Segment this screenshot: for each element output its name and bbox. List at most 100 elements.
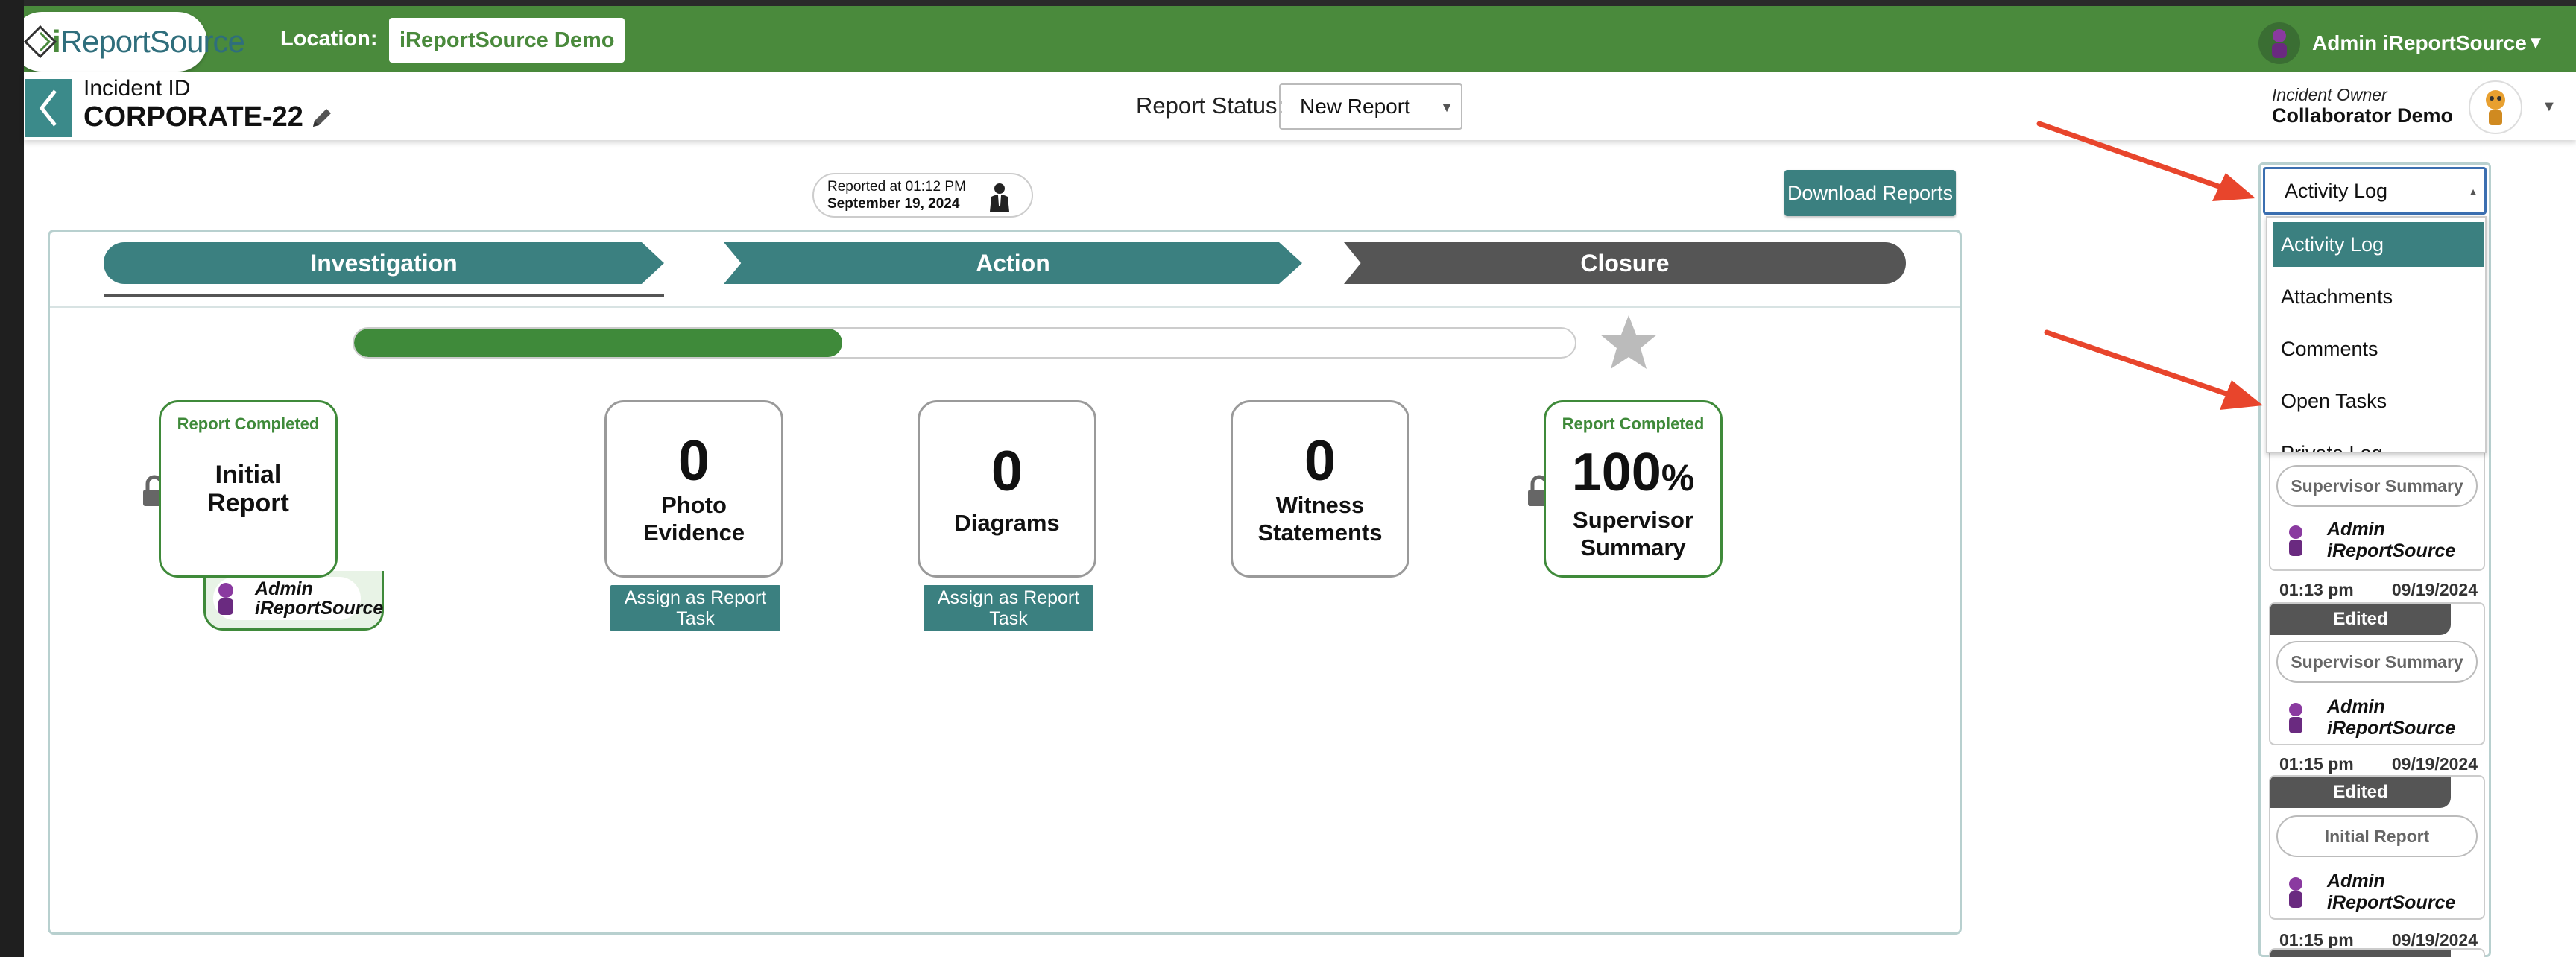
- log-date: 09/19/2024: [2391, 930, 2478, 950]
- option-open-tasks[interactable]: Open Tasks: [2273, 379, 2484, 423]
- left-edge-bar: [0, 0, 24, 957]
- report-completed-badge: Report Completed: [177, 414, 320, 433]
- incident-owner-name: Collaborator Demo: [2272, 104, 2454, 127]
- report-status-value: New Report: [1300, 95, 1410, 118]
- log-user-line2: iReportSource: [2327, 718, 2456, 739]
- incident-owner-label: Incident Owner: [2272, 85, 2387, 104]
- user-avatar-icon: [2281, 873, 2311, 912]
- option-attachments[interactable]: Attachments: [2273, 274, 2484, 319]
- log-user-line2: iReportSource: [2327, 540, 2456, 561]
- card-label-line2: Statements: [1257, 519, 1383, 546]
- logo-icon: [22, 24, 58, 60]
- card-initial-report[interactable]: Report Completed Initial Report: [159, 400, 338, 578]
- signer-avatar-icon: [213, 579, 239, 618]
- witness-count: 0: [1304, 429, 1336, 493]
- location-label: Location:: [280, 27, 378, 51]
- card-label: Diagrams: [954, 509, 1060, 536]
- stage-action[interactable]: Action: [724, 242, 1302, 284]
- log-user: Admin iReportSource: [2281, 871, 2455, 914]
- chevron-up-icon: ▲: [2468, 186, 2478, 198]
- app-logo[interactable]: iReportSource: [12, 12, 245, 72]
- download-reports-button[interactable]: Download Reports: [1784, 170, 1956, 216]
- log-user: Admin iReportSource: [2281, 696, 2455, 739]
- card-label-line1: Supervisor: [1573, 506, 1693, 533]
- option-comments[interactable]: Comments: [2273, 326, 2484, 371]
- sidebar-view-select[interactable]: Activity Log ▲: [2263, 167, 2487, 215]
- initial-report-signature: Admin iReportSource: [203, 571, 384, 631]
- option-private-log[interactable]: Private Log: [2273, 431, 2484, 452]
- log-user-line1: Admin: [2327, 871, 2385, 891]
- completion-percent: 100: [1571, 442, 1661, 502]
- progress-bar: [353, 327, 1576, 359]
- diagram-count: 0: [991, 439, 1023, 503]
- log-user-line2: iReportSource: [2327, 892, 2456, 913]
- log-item-pill[interactable]: Supervisor Summary: [2276, 641, 2478, 683]
- stage-investigation[interactable]: Investigation: [104, 242, 664, 284]
- sidebar-view-value: Activity Log: [2285, 179, 2388, 202]
- log-item-pill[interactable]: Initial Report: [2276, 815, 2478, 857]
- report-completed-badge: Report Completed: [1562, 414, 1705, 433]
- pencil-icon[interactable]: [309, 104, 335, 131]
- logo-text: iReportSource: [52, 24, 245, 59]
- red-arrow-icon: [2044, 329, 2263, 410]
- location-selector[interactable]: iReportSource Demo: [389, 18, 625, 63]
- back-chevron-icon: [39, 89, 57, 127]
- assign-photo-task-button[interactable]: Assign as Report Task: [610, 585, 780, 631]
- signer-name-line1: Admin: [255, 578, 313, 599]
- user-name[interactable]: Admin iReportSource: [2312, 31, 2527, 55]
- user-avatar-icon: [2281, 698, 2311, 737]
- log-tag: Edited: [2270, 777, 2451, 808]
- progress-fill: [354, 329, 843, 357]
- back-button[interactable]: [25, 79, 72, 137]
- stage-closure[interactable]: Closure: [1344, 242, 1906, 284]
- log-entry: [2269, 948, 2485, 957]
- card-photo-evidence[interactable]: 0 Photo Evidence: [604, 400, 783, 578]
- report-status-select[interactable]: New Report ▼: [1279, 83, 1462, 130]
- photo-count: 0: [678, 429, 710, 493]
- card-title-line2: Report: [207, 489, 289, 517]
- card-label-line2: Evidence: [643, 519, 745, 546]
- log-time: 01:13 pm: [2279, 580, 2354, 599]
- incident-id-value: CORPORATE-22: [83, 101, 303, 133]
- log-date: 09/19/2024: [2391, 580, 2478, 599]
- chevron-down-icon: ▼: [1440, 100, 1453, 115]
- log-entry: Edited Initial Report Admin iReportSource: [2269, 775, 2485, 920]
- log-tag: Edited: [2270, 604, 2451, 635]
- reporter-icon: [985, 182, 1014, 212]
- owner-avatar-icon[interactable]: [2469, 80, 2522, 134]
- panel-divider: [50, 306, 1960, 308]
- card-label-line1: Photo: [661, 492, 727, 518]
- reported-time: Reported at 01:12 PM: [827, 179, 966, 195]
- star-icon: [1599, 312, 1658, 372]
- assign-diagram-task-button[interactable]: Assign as Report Task: [924, 585, 1093, 631]
- card-label-line1: Witness: [1275, 492, 1365, 518]
- log-tag: [2270, 950, 2451, 957]
- red-arrow-icon: [2036, 121, 2255, 201]
- log-time: 01:15 pm: [2279, 754, 2354, 774]
- log-time: 01:15 pm: [2279, 930, 2354, 950]
- signer-name-line2: iReportSource: [255, 598, 384, 619]
- user-avatar-icon: [2281, 521, 2311, 560]
- log-user-line1: Admin: [2327, 519, 2385, 540]
- reported-date: September 19, 2024: [827, 196, 960, 212]
- sidebar-view-options: Activity Log Attachments Comments Open T…: [2266, 216, 2487, 453]
- report-status-label: Report Status:: [1136, 92, 1284, 119]
- card-diagrams[interactable]: 0 Diagrams: [918, 400, 1096, 578]
- option-activity-log[interactable]: Activity Log: [2273, 222, 2484, 267]
- reported-timestamp: Reported at 01:12 PM September 19, 2024: [812, 173, 1033, 218]
- card-title-line1: Initial: [215, 461, 282, 489]
- top-strip: [0, 0, 2576, 6]
- app-header: iReportSource Location: iReportSource De…: [0, 6, 2576, 72]
- user-menu-caret-icon[interactable]: ▼: [2527, 33, 2545, 54]
- card-witness-statements[interactable]: 0 Witness Statements: [1231, 400, 1409, 578]
- owner-menu-caret-icon[interactable]: ▼: [2542, 98, 2557, 116]
- log-user: Admin iReportSource: [2281, 519, 2455, 562]
- percent-sign: %: [1661, 456, 1695, 499]
- log-date: 09/19/2024: [2391, 754, 2478, 774]
- card-label-line2: Summary: [1580, 534, 1686, 560]
- workflow-panel: Investigation Action Closure Admin iRepor…: [48, 230, 1962, 935]
- log-item-pill[interactable]: Supervisor Summary: [2276, 465, 2478, 507]
- user-avatar-icon[interactable]: [2258, 22, 2300, 64]
- log-entry: Edited Supervisor Summary Admin iReportSo…: [2269, 602, 2485, 745]
- card-supervisor-summary[interactable]: Report Completed 100% Supervisor Summary: [1544, 400, 1723, 578]
